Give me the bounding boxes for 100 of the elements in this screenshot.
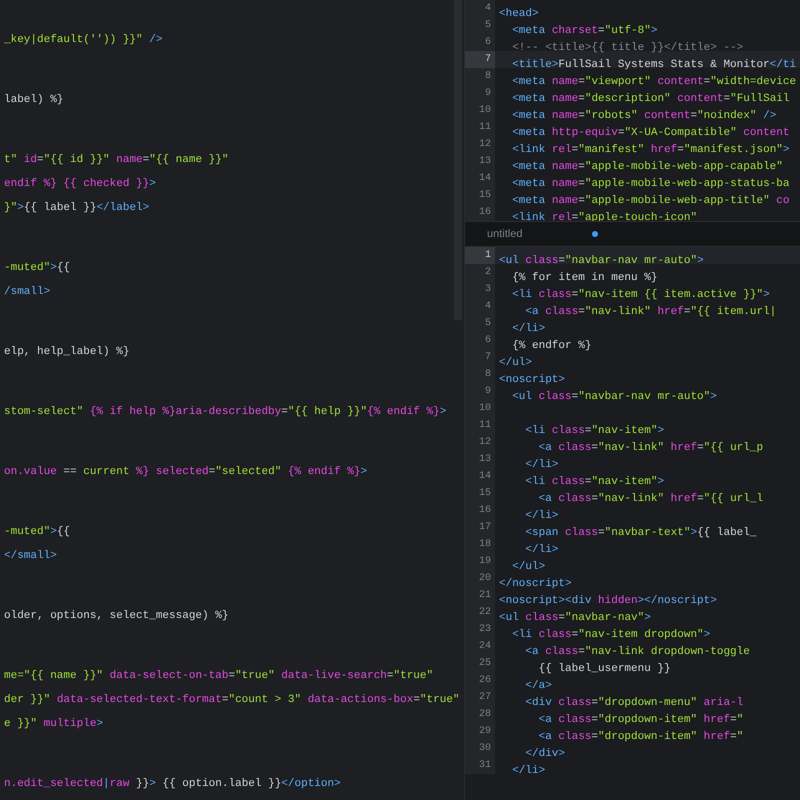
code-line: }">{{ label }}</label> (4, 201, 150, 216)
line-number: 12 (465, 136, 495, 153)
code-line: <a class="dropdown-item" href=" (538, 730, 744, 745)
line-number: 3 (465, 281, 495, 298)
line-number: 30 (465, 740, 495, 757)
code-line: </a> (524, 679, 552, 694)
line-number: 9 (465, 383, 495, 400)
code-line: </div> (524, 747, 566, 762)
line-number: 13 (465, 451, 495, 468)
code-line: <meta name="apple-mobile-web-app-capable" (511, 160, 783, 175)
code-line: n.edit_selected|raw }}> {{ option.label }}</option> (4, 777, 341, 792)
code-line: {{ label_usermenu }} (538, 662, 671, 677)
code-line: <a class="dropdown-item" href=" (538, 713, 744, 728)
line-number: 10 (465, 102, 495, 119)
code-line: <meta name="viewport" content="width=device (511, 75, 796, 90)
line-number: 26 (465, 672, 495, 689)
code-line: endif %} {{ checked }}> (4, 177, 156, 192)
code-line: der }}" data-selected-text-format="count > 3" data-actions-box="true" (4, 693, 460, 708)
line-number: 27 (465, 689, 495, 706)
code-line: {% endfor %} (511, 339, 592, 354)
code-line: <a class="nav-link dropdown-toggle (524, 645, 750, 660)
code-line: on.value == current %} selected="selected" {% endif %}> (4, 465, 368, 480)
line-number: 18 (465, 536, 495, 553)
line-number: 23 (465, 621, 495, 638)
code-line: {% for item in menu %} (511, 271, 658, 286)
code-line: <meta name="description" content="FullSail (511, 92, 790, 107)
line-number: 9 (465, 85, 495, 102)
code-line: </li> (524, 458, 558, 473)
line-number: 4 (465, 298, 495, 315)
code-line: </small> (4, 549, 57, 564)
line-number: 6 (465, 332, 495, 349)
line-number: 1 (465, 247, 495, 264)
code-line: older, options, select_message) %} (4, 609, 228, 624)
code-line: -muted">{{ (4, 261, 70, 276)
code-line: <li class="nav-item"> (524, 424, 664, 439)
code-line: </li> (524, 509, 558, 524)
line-number: 22 (465, 604, 495, 621)
code-line: e }}" multiple> (4, 717, 104, 732)
line-number: 31 (465, 757, 495, 774)
code-line: <noscript><div hidden></noscript> (499, 594, 717, 609)
code-line: <a class="nav-link" href="{{ item.url| (524, 305, 776, 320)
code-line: <li class="nav-item {{ item.active }}"> (511, 288, 770, 303)
line-number: 17 (465, 519, 495, 536)
line-number: 16 (465, 204, 495, 221)
code-line: _key|default('')) }}" /> (4, 33, 162, 48)
code-line: <link rel="apple-touch-icon" (511, 211, 698, 226)
line-number: 15 (465, 187, 495, 204)
line-number: 2 (465, 264, 495, 281)
line-number: 28 (465, 706, 495, 723)
line-number: 25 (465, 655, 495, 672)
code-line: <head> (499, 7, 539, 22)
line-number: 8 (465, 68, 495, 85)
code-line: <meta name="robots" content="noindex" /> (511, 109, 776, 124)
code-line: </li> (511, 764, 546, 779)
code-line: -muted">{{ (4, 525, 70, 540)
code-line: <div class="dropdown-menu" aria-l (524, 696, 744, 711)
line-number: 7 (465, 349, 495, 366)
code-line: <li class="nav-item dropdown"> (511, 628, 710, 643)
code-line: <a class="nav-link" href="{{ url_p (538, 441, 764, 456)
code-line: me="{{ name }}" data-select-on-tab="true" data-live-search="true" (4, 669, 434, 684)
line-number: 13 (465, 153, 495, 170)
line-number: 16 (465, 502, 495, 519)
code-line: <ul class="navbar-nav"> (499, 611, 651, 626)
code-line: /small> (4, 285, 50, 300)
code-line: <!-- <title>{{ title }}</title> --> (511, 41, 744, 56)
code-line: t" id="{{ id }}" name="{{ name }}" (4, 153, 228, 168)
code-line: <ul class="navbar-nav mr-auto"> (511, 390, 717, 405)
line-number: 29 (465, 723, 495, 740)
line-number: 5 (465, 17, 495, 34)
code-line: <noscript> (499, 373, 566, 388)
code-line: <meta name="apple-mobile-web-app-status-ba (511, 177, 790, 192)
line-number: 8 (465, 366, 495, 383)
code-line: </li> (524, 543, 558, 558)
line-number: 6 (465, 34, 495, 51)
code-line: <li class="nav-item"> (524, 475, 664, 490)
code-line: <span class="navbar-text">{{ label_ (524, 526, 756, 541)
line-number: 5 (465, 315, 495, 332)
line-number: 21 (465, 587, 495, 604)
code-line: label) %} (4, 93, 64, 108)
line-number: 4 (465, 0, 495, 17)
code-line: elp, help_label) %} (4, 345, 130, 360)
code-line: </ul> (511, 560, 546, 575)
line-number: 12 (465, 434, 495, 451)
line-number: 11 (465, 417, 495, 434)
code-line: <ul class="navbar-nav mr-auto"> (499, 254, 704, 269)
code-line: <meta name="apple-mobile-web-app-title" co (511, 194, 790, 209)
code-line: <a class="nav-link" href="{{ url_l (538, 492, 764, 507)
line-number: 14 (465, 170, 495, 187)
code-line: <title>FullSail Systems Stats & Monitor</ti (511, 58, 796, 73)
line-number: 14 (465, 468, 495, 485)
line-number: 10 (465, 400, 495, 417)
code-line: <meta charset="utf-8"> (511, 24, 658, 39)
code-line: stom-select" {% if help %}aria-describedby="{{ help }}"{% endif %}> (4, 405, 446, 420)
code-line: <link rel="manifest" href="manifest.json"> (511, 143, 790, 158)
line-number: 24 (465, 638, 495, 655)
code-line: <meta http-equiv="X-UA-Compatible" content (511, 126, 790, 141)
code-line: </li> (511, 322, 546, 337)
code-line: </noscript> (499, 577, 572, 592)
line-number: 7 (465, 51, 495, 68)
code-line: </ul> (499, 356, 532, 371)
